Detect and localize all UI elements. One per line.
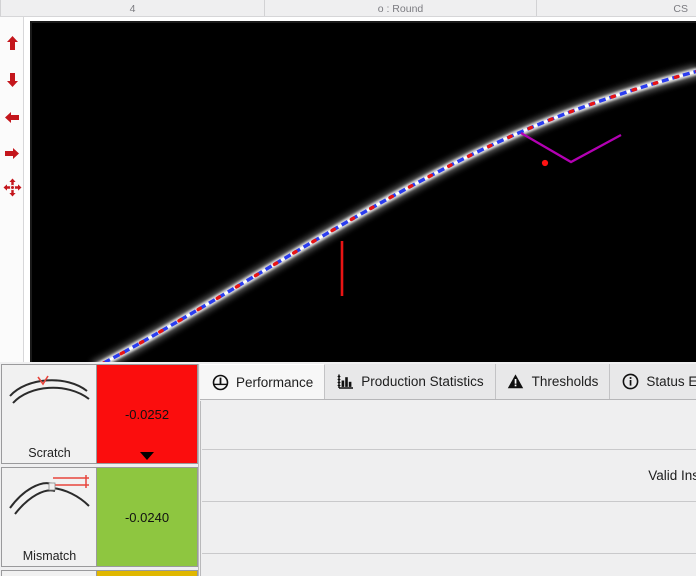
card-label-scratch: Scratch — [28, 446, 71, 460]
card-sketch-area: Mismatch — [2, 468, 97, 566]
gauge-icon — [211, 373, 229, 391]
nudge-right-button[interactable] — [2, 143, 23, 164]
tab-status-events-label: Status Eve — [646, 374, 696, 389]
measurement-cards-list: Scratch -0.0252 Mismatch -0.0240 — [0, 364, 199, 576]
nudge-all-directions-button[interactable] — [2, 177, 23, 198]
measurement-card-scratch[interactable]: Scratch -0.0252 — [1, 364, 198, 464]
tab-performance-label: Performance — [236, 374, 314, 390]
inspection-image[interactable] — [30, 21, 696, 362]
move-all-directions-icon — [3, 178, 22, 197]
card-label-mismatch: Mismatch — [22, 549, 77, 563]
tab-thresholds-label: Thresholds — [531, 374, 599, 389]
nudge-left-button[interactable] — [2, 107, 23, 128]
performance-row: L — [202, 502, 696, 554]
analytics-tab-panel: Performance Production Statistics Thresh… — [200, 364, 696, 576]
tab-strip: Performance Production Statistics Thresh… — [200, 364, 696, 400]
tab-production-statistics-label: Production Statistics — [361, 374, 484, 389]
performance-row — [202, 554, 696, 576]
performance-row-label: Valid Inspe — [648, 468, 696, 483]
performance-panel-body: Valid Inspe L — [200, 401, 696, 576]
arrow-right-icon — [4, 145, 21, 162]
mismatch-profile-sketch — [9, 475, 90, 515]
bottom-panel: Scratch -0.0252 Mismatch -0.0240 Perform… — [0, 362, 696, 576]
performance-row: Valid Inspe — [202, 450, 696, 502]
arrow-left-icon — [4, 109, 21, 126]
measurement-card-mismatch[interactable]: Mismatch -0.0240 — [1, 467, 198, 567]
card-value-third[interactable] — [97, 571, 197, 576]
card-value-mismatch[interactable]: -0.0240 — [97, 468, 197, 566]
card-value-scratch[interactable]: -0.0252 — [97, 365, 197, 463]
nudge-down-button[interactable] — [2, 70, 23, 91]
arrow-down-icon — [4, 72, 21, 89]
bar-chart-icon — [336, 373, 354, 391]
channel-number-cell: 4 — [0, 0, 265, 17]
defect-point-marker — [541, 159, 549, 167]
arrow-up-icon — [4, 35, 21, 52]
image-background — [32, 23, 696, 362]
chevron-down-icon[interactable] — [140, 452, 154, 460]
info-circle-icon — [621, 373, 639, 391]
scratch-profile-sketch — [9, 375, 90, 404]
profile-mode-cell: o : Round — [265, 0, 537, 17]
nudge-toolbar — [0, 17, 24, 362]
measurement-card-third[interactable] — [1, 570, 198, 576]
card-value-text: -0.0252 — [124, 406, 170, 422]
nudge-up-button[interactable] — [2, 33, 23, 54]
performance-row — [202, 401, 696, 450]
tab-production-statistics[interactable]: Production Statistics — [325, 364, 496, 399]
image-viewport[interactable] — [24, 17, 696, 362]
unit-mode-cell: CS — [673, 2, 688, 15]
card-value-text: -0.0240 — [124, 509, 170, 525]
tab-performance[interactable]: Performance — [200, 364, 326, 399]
tab-status-events[interactable]: Status Eve — [610, 364, 696, 399]
top-status-bar: 4 o : Round CS — [0, 0, 696, 17]
card-sketch-area: Scratch — [2, 365, 97, 463]
tab-thresholds[interactable]: Thresholds — [495, 364, 611, 399]
warning-triangle-icon — [507, 373, 525, 391]
card-sketch-area — [2, 571, 97, 576]
